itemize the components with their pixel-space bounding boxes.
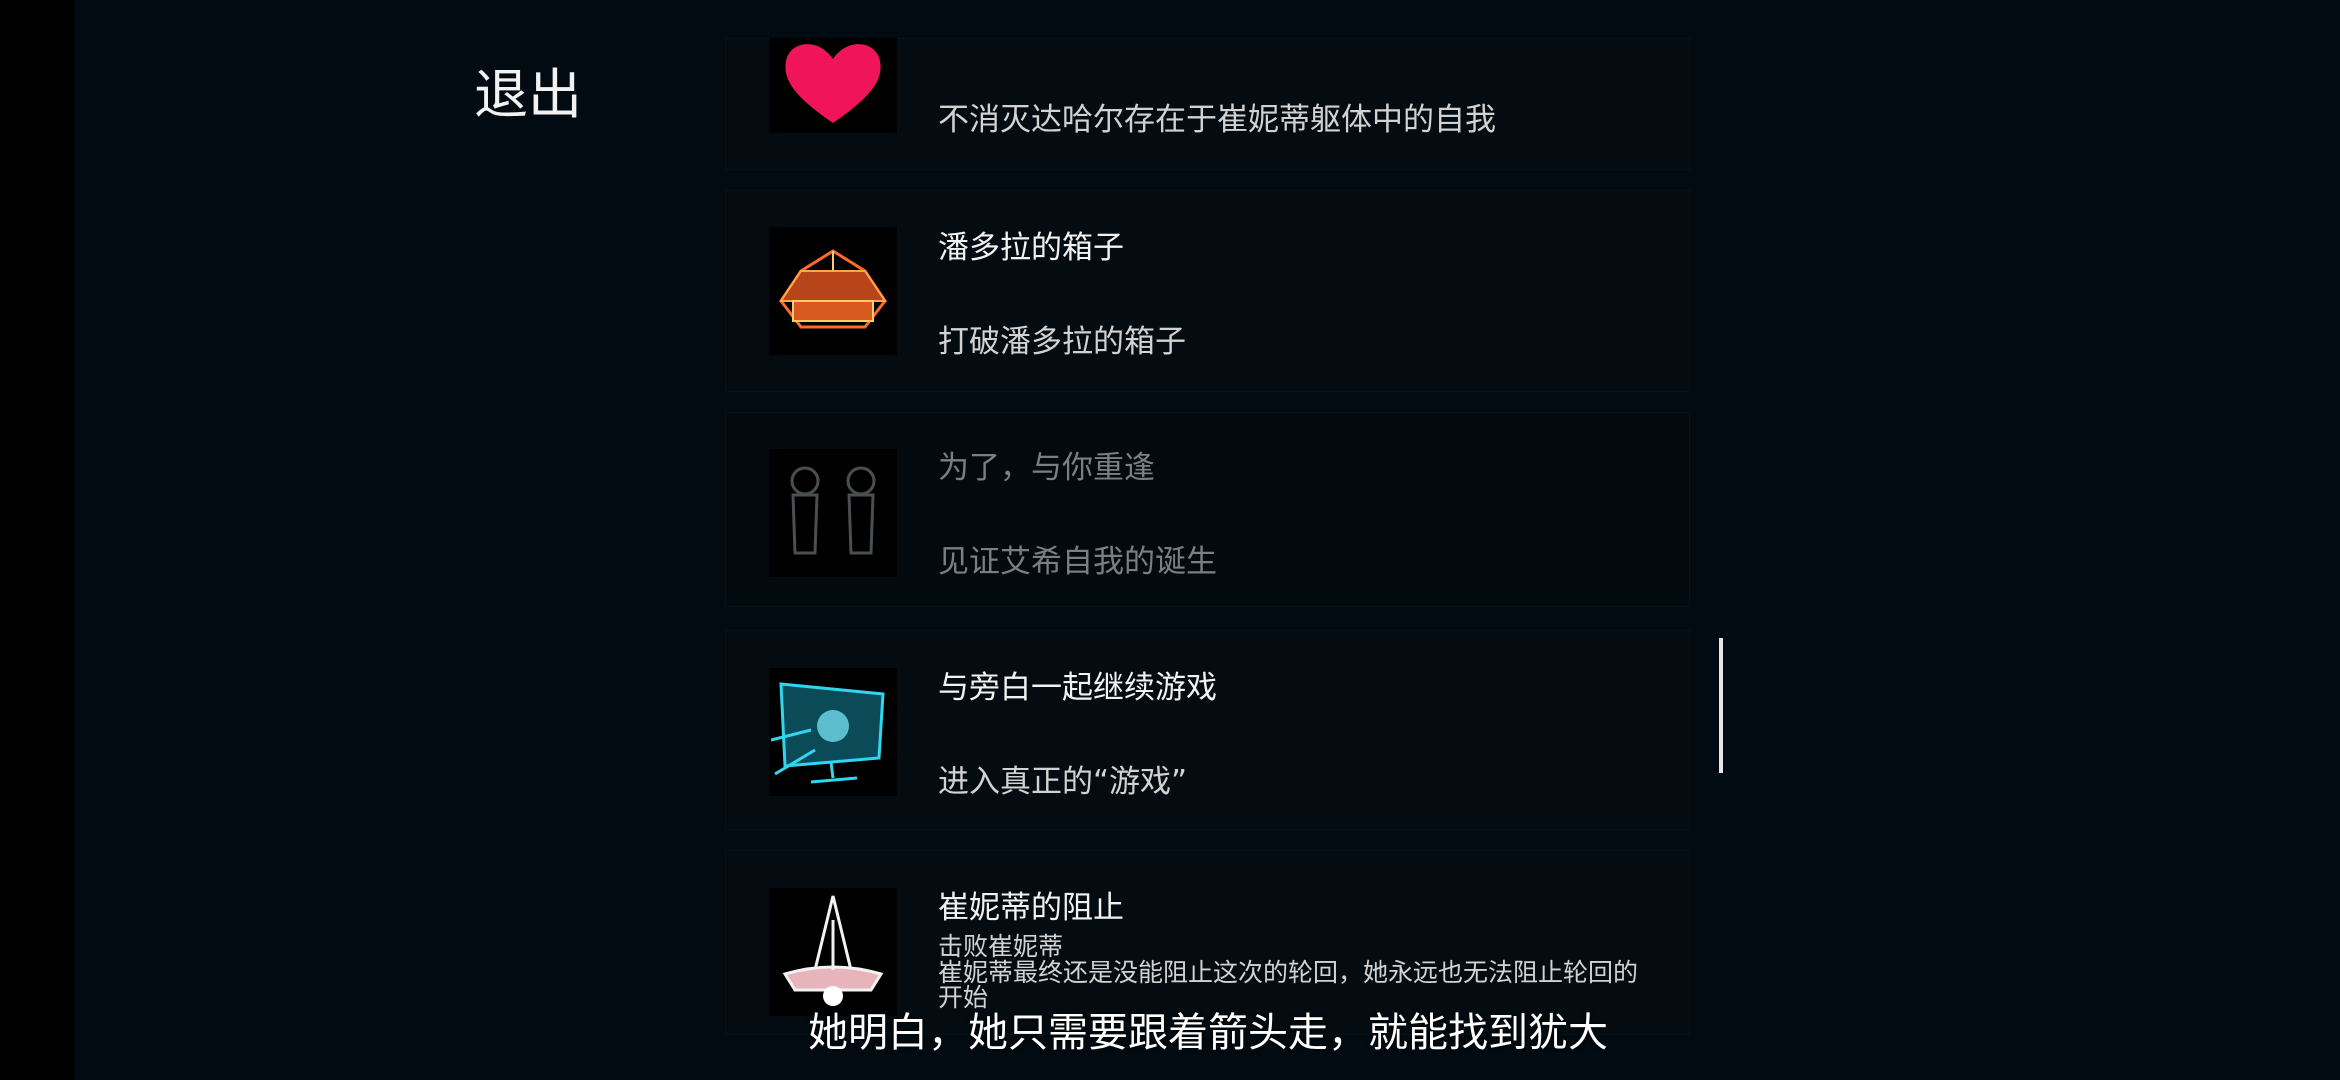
monitor-icon xyxy=(769,668,897,796)
spire-icon xyxy=(769,888,897,1016)
achievement-description: 进入真正的“游戏” xyxy=(938,764,1188,800)
left-black-bar xyxy=(0,0,74,1080)
twin-figures-icon xyxy=(769,449,897,577)
achievement-title: 潘多拉的箱子 xyxy=(938,230,1124,266)
achievement-title: 与旁白一起继续游戏 xyxy=(938,670,1217,706)
exit-button[interactable]: 退出 xyxy=(474,50,582,129)
achievement-title: 为了，与你重逢 xyxy=(938,450,1155,486)
achievement-card-0[interactable]: 不消灭达哈尔存在于崔妮蒂躯体中的自我 xyxy=(725,38,1690,170)
achievement-description: 击败崔妮蒂 xyxy=(938,932,1064,961)
subtitle-text: 她明白，她只需要跟着箭头走，就能找到犹大 xyxy=(808,1010,1608,1056)
scrollbar[interactable] xyxy=(1719,638,1723,773)
achievement-description: 不消灭达哈尔存在于崔妮蒂躯体中的自我 xyxy=(938,102,1496,138)
achievement-card-1[interactable]: 潘多拉的箱子 打破潘多拉的箱子 xyxy=(725,190,1690,392)
heart-icon xyxy=(769,38,897,133)
achievement-card-2[interactable]: 为了，与你重逢 见证艾希自我的诞生 xyxy=(725,412,1690,607)
achievement-title: 崔妮蒂的阻止 xyxy=(938,890,1124,926)
achievement-card-3[interactable]: 与旁白一起继续游戏 进入真正的“游戏” xyxy=(725,630,1690,830)
achievement-description: 见证艾希自我的诞生 xyxy=(938,544,1217,580)
achievement-description: 打破潘多拉的箱子 xyxy=(938,324,1186,360)
pandora-box-icon xyxy=(769,227,897,355)
